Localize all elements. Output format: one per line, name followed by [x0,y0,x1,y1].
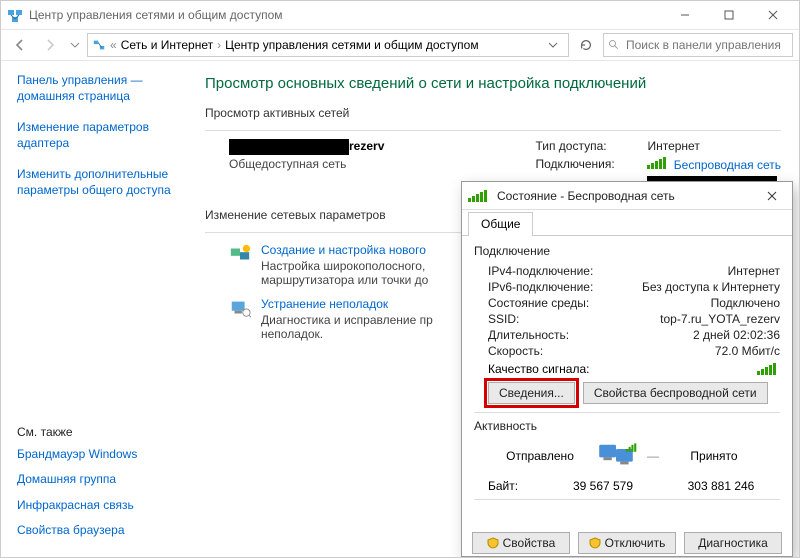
tab-general[interactable]: Общие [468,212,533,236]
access-type-label: Тип доступа: [535,139,635,153]
sidebar-link-adapter[interactable]: Изменение параметров адаптера [17,120,191,151]
refresh-icon [579,38,593,52]
arrow-left-icon [12,37,28,53]
window-root: Центр управления сетями и общим доступом… [0,0,800,558]
breadcrumb-current[interactable]: Центр управления сетями и общим доступом [225,38,479,52]
search-input[interactable] [624,37,788,53]
media-state-value: Подключено [640,296,780,310]
refresh-button[interactable] [573,32,599,58]
signal-icon [468,190,487,202]
wireless-properties-button[interactable]: Свойства беспроводной сети [583,382,768,404]
close-button[interactable] [751,1,795,29]
dialog-titlebar: Состояние - Беспроводная сеть [462,182,792,210]
speed-value: 72.0 Мбит/с [640,344,780,358]
network-type: Общедоступная сеть [229,157,384,171]
address-bar[interactable]: « Сеть и Интернет › Центр управления сет… [87,33,569,57]
sidebar-link-home[interactable]: Панель управления — домашняя страница [17,73,191,104]
nav-forward-button[interactable] [37,32,63,58]
dialog-close-button[interactable] [758,182,786,210]
chevron-down-icon [548,40,558,50]
details-button[interactable]: Сведения... [488,382,575,404]
sent-label: Отправлено [495,449,585,463]
speed-label: Скорость: [474,344,640,358]
divider [205,130,781,131]
signal-quality-label: Качество сигнала: [474,362,757,376]
search-box[interactable] [603,33,793,57]
sidebar: Панель управления — домашняя страница Из… [1,61,199,557]
ssid-value: top-7.ru_YOTA_rezerv [640,312,780,326]
status-dialog: Состояние - Беспроводная сеть Общие Подк… [461,181,793,557]
breadcrumb-parent[interactable]: Сеть и Интернет [121,38,213,52]
search-icon [608,39,620,51]
crumb-sep: « [110,38,117,52]
nav-back-button[interactable] [7,32,33,58]
duration-value: 2 дней 02:02:36 [640,328,780,342]
new-connection-icon [229,243,251,265]
see-also-browser[interactable]: Свойства браузера [17,523,191,539]
bytes-label: Байт: [474,479,544,493]
minimize-button[interactable] [663,1,707,29]
signal-icon [647,157,666,169]
ipv4-label: IPv4-подключение: [474,264,640,278]
access-type-value: Интернет [647,139,699,153]
maximize-icon [724,10,734,20]
sidebar-link-sharing[interactable]: Изменить дополнительные параметры общего… [17,167,191,198]
network-icon [92,38,106,52]
close-icon [768,10,778,20]
active-networks-label: Просмотр активных сетей [205,106,781,120]
media-state-label: Состояние среды: [474,296,640,310]
nav-history-dropdown[interactable] [67,32,83,58]
param-troubleshoot-title: Устранение неполадок [261,297,491,311]
ipv4-value: Интернет [640,264,780,278]
chevron-down-icon [70,40,80,50]
minimize-icon [680,10,690,20]
page-heading: Просмотр основных сведений о сети и наст… [205,75,781,92]
dialog-title: Состояние - Беспроводная сеть [497,189,752,203]
param-new-connection-desc: Настройка широкополосного, маршрутизатор… [261,259,491,287]
tabstrip: Общие [462,210,792,236]
bytes-sent-value: 39 567 579 [544,479,662,493]
activity-icon [595,439,637,473]
toolbar: « Сеть и Интернет › Центр управления сет… [1,29,799,61]
troubleshoot-icon [229,297,251,319]
shield-icon [589,537,601,549]
ipv6-label: IPv6-подключение: [474,280,640,294]
param-troubleshoot-desc: Диагностика и исправление пр неполадок. [261,313,491,341]
divider [474,412,780,413]
network-name: rezerv [229,139,384,155]
diagnostics-button[interactable]: Диагностика [684,532,782,554]
see-also-heading: См. также [17,425,191,439]
group-activity-label: Активность [474,419,780,433]
titlebar: Центр управления сетями и общим доступом [1,1,799,29]
redacted-block [229,139,349,155]
connections-label: Подключения: [535,157,635,172]
shield-icon [487,537,499,549]
dialog-button-bar: Свойства Отключить Диагностика [462,532,792,556]
see-also-firewall[interactable]: Брандмауэр Windows [17,447,191,463]
crumb-sep: › [217,38,221,52]
bytes-received-value: 303 881 246 [662,479,780,493]
see-also-homegroup[interactable]: Домашняя группа [17,472,191,488]
disable-button[interactable]: Отключить [578,532,676,554]
signal-quality-icon [757,363,776,375]
arrow-right-icon [42,37,58,53]
activity-graphic: Отправлено — Принято [474,439,780,473]
see-also-infrared[interactable]: Инфракрасная связь [17,498,191,514]
group-connection-label: Подключение [474,244,780,258]
divider [474,499,780,500]
window-title: Центр управления сетями и общим доступом [29,8,663,22]
ipv6-value: Без доступа к Интернету [640,280,780,294]
close-icon [767,191,777,201]
connection-link[interactable]: Беспроводная сеть [647,157,781,172]
network-center-icon [7,7,23,23]
received-label: Принято [669,449,759,463]
address-dropdown[interactable] [542,34,564,56]
duration-label: Длительность: [474,328,640,342]
dialog-body: Подключение IPv4-подключение:Интернет IP… [462,236,792,532]
param-new-connection-title: Создание и настройка нового [261,243,491,257]
properties-button[interactable]: Свойства [472,532,570,554]
maximize-button[interactable] [707,1,751,29]
ssid-label: SSID: [474,312,640,326]
